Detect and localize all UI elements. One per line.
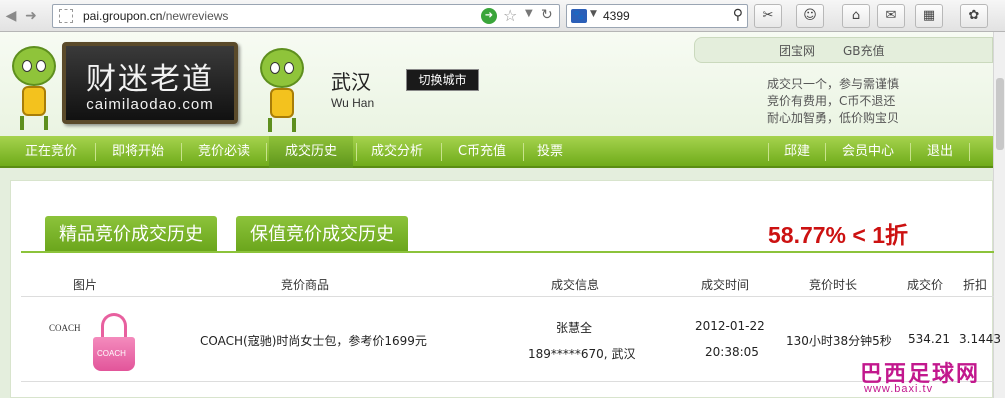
tab-value-history[interactable]: 保值竞价成交历史 — [236, 216, 408, 252]
site-logo[interactable]: 财迷老道 caimilaodao.com — [62, 42, 238, 124]
search-engine-dropdown-icon[interactable]: ▼ — [590, 9, 597, 19]
deal-date: 2012-01-22 — [695, 319, 765, 333]
product-title-link[interactable]: COACH(寇驰)时尚女士包，参考价1699元 — [200, 332, 427, 349]
top-link-gb-recharge[interactable]: GB充值 — [843, 42, 885, 59]
top-links: 团宝网 GB充值 — [694, 37, 993, 63]
nav-item-bidding[interactable]: 正在竞价 — [14, 136, 88, 168]
deal-time: 20:38:05 — [705, 345, 759, 359]
browser-toolbar: ◀ ➜ pai.groupon.cn/newreviews ➜ ☆ ▼ ↻ 🐾 … — [0, 0, 1005, 32]
mail-icon[interactable]: ✉ — [877, 4, 905, 28]
top-link-tuanbao[interactable]: 团宝网 — [779, 42, 815, 59]
addon-icon[interactable]: ☺ — [796, 4, 824, 28]
column-header-product: 竞价商品 — [281, 278, 330, 292]
deal-discount: 3.1443 — [959, 332, 1001, 346]
search-icon[interactable]: ⚲ — [733, 7, 743, 23]
city-name: 武汉 — [331, 70, 371, 94]
search-bar[interactable]: 🐾 ▼ 4399 ⚲ — [566, 4, 748, 28]
bid-duration: 130小时38分钟5秒 — [786, 334, 892, 348]
column-header-discount: 折扣 — [963, 278, 988, 292]
scrollbar-thumb[interactable] — [996, 78, 1004, 150]
nav-item-recharge[interactable]: C币充值 — [444, 136, 520, 168]
scissors-icon[interactable]: ✂ — [754, 4, 782, 28]
nav-item-analysis[interactable]: 成交分析 — [358, 136, 436, 168]
site-header: 财迷老道 caimilaodao.com 武汉 Wu Han 切换城市 团宝网 … — [0, 32, 993, 136]
winner-info: 189*****670, 武汉 — [528, 347, 636, 361]
mascot-right-image — [256, 40, 308, 136]
content-panel: 精品竞价成交历史 保值竞价成交历史 58.77% < 1折 图片 竞价商品 成交… — [10, 180, 1001, 398]
search-input[interactable]: 4399 — [603, 9, 630, 23]
nav-item-guide[interactable]: 竞价必读 — [186, 136, 262, 168]
column-header-deal-time: 成交时间 — [701, 278, 750, 292]
winner-name: 张慧全 — [556, 321, 593, 335]
nav-item-user[interactable]: 邱建 — [772, 136, 822, 168]
page-icon — [59, 9, 73, 23]
tab-premium-history[interactable]: 精品竞价成交历史 — [45, 216, 217, 252]
headline-stat: 58.77% < 1折 — [768, 222, 909, 248]
deal-price: 534.21 — [908, 332, 950, 346]
apps-icon[interactable]: ▦ — [915, 4, 943, 28]
reload-icon[interactable]: ↻ — [541, 7, 553, 23]
product-image[interactable]: COACH COACH — [45, 305, 141, 377]
url-text[interactable]: pai.groupon.cn/newreviews — [83, 9, 228, 23]
address-bar[interactable]: pai.groupon.cn/newreviews ➜ ☆ ▼ ↻ — [52, 4, 560, 28]
nav-item-vote[interactable]: 投票 — [526, 136, 574, 168]
switch-city-button[interactable]: 切换城市 — [406, 69, 479, 91]
home-icon[interactable]: ⌂ — [842, 4, 870, 28]
back-icon[interactable]: ◀ — [2, 7, 20, 25]
nav-item-logout[interactable]: 退出 — [912, 136, 968, 168]
search-engine-icon[interactable]: 🐾 — [571, 9, 587, 23]
column-header-price: 成交价 — [907, 278, 944, 292]
nav-item-upcoming[interactable]: 即将开始 — [100, 136, 176, 168]
extension-icon[interactable]: ✿ — [960, 4, 988, 28]
nav-item-member-center[interactable]: 会员中心 — [828, 136, 908, 168]
city-name-en: Wu Han — [331, 96, 375, 110]
main-nav: 正在竞价 即将开始 竞价必读 成交历史 成交分析 C币充值 投票 邱建 会员中心… — [0, 136, 993, 168]
column-header-image: 图片 — [73, 278, 98, 292]
mascot-left-image — [8, 38, 60, 134]
nav-item-history[interactable]: 成交历史 — [269, 136, 353, 168]
bookmark-star-icon[interactable]: ☆ — [503, 6, 517, 25]
column-header-duration: 竞价时长 — [809, 278, 858, 292]
history-dropdown-icon[interactable]: ▼ — [525, 8, 533, 19]
go-icon[interactable]: ➜ — [481, 8, 497, 24]
column-header-deal-info: 成交信息 — [551, 278, 600, 292]
forward-icon[interactable]: ➜ — [22, 7, 40, 25]
watermark: 巴西足球网 www.baxi.tv — [860, 362, 981, 395]
slogan: 成交只一个，参与需谨慎 竞价有费用，C币不退还 耐心加智勇，低价购宝贝 — [767, 77, 900, 125]
